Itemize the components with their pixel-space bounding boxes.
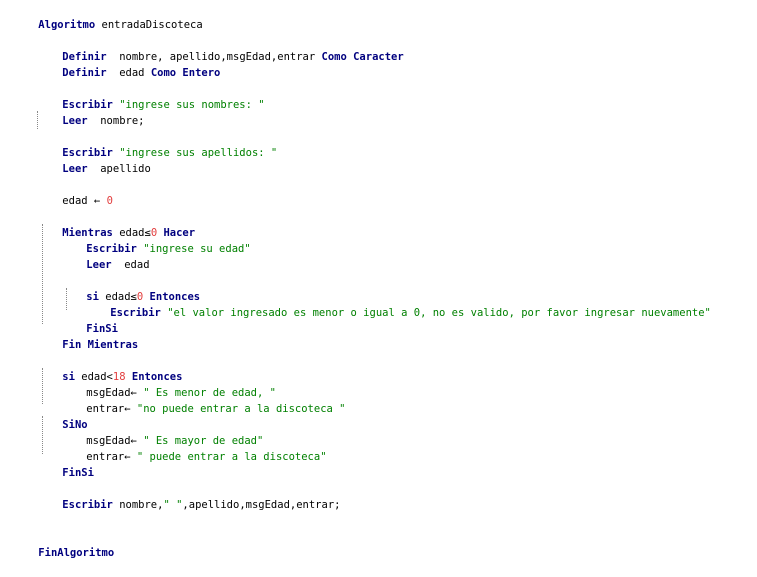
code-line: msgEdad← " Es mayor de edad" [61,417,263,447]
keyword: FinSi [62,467,94,479]
code-line: Leer apellido [37,145,151,175]
keyword: Fin Mientras [62,339,139,351]
keyword: FinAlgoritmo [38,547,115,559]
code-line: Leer nombre; [37,97,144,127]
identifier: edad [111,259,150,271]
code-line: Fin Mientras [37,321,138,351]
code-line: edad ← 0 [37,177,113,207]
keyword: Definir [62,67,107,79]
code-line: Leer edad [61,241,149,271]
code-line: Escribir "ingrese sus apellidos: " [37,129,277,159]
code-line: si edad<18 Entonces [37,353,182,383]
code-line: Definir nombre, apellido,msgEdad,entrar … [37,33,403,63]
code-line: Definir edad Como Entero [37,49,220,79]
identifier: entradaDiscoteca [95,19,203,31]
code-line: Escribir nombre," ",apellido,msgEdad,ent… [37,481,340,511]
identifier: entrar← [86,403,137,415]
string-literal: "el valor ingresado es menor o igual a 0… [167,307,711,319]
identifier: edad [106,67,151,79]
keyword: Escribir [62,499,113,511]
code-editor[interactable]: Algoritmo entradaDiscoteca Definir nombr… [0,0,757,559]
code-line: FinSi [61,305,118,335]
keyword: Como Entero [150,67,221,79]
code-line: msgEdad← " Es menor de edad, " [61,369,276,399]
keyword: Leer [62,163,88,175]
keyword: Leer [62,115,88,127]
identifier: ,apellido,msgEdad,entrar; [182,499,341,511]
code-line: entrar← "no puede entrar a la discoteca … [61,385,345,415]
keyword: Leer [86,259,112,271]
code-line: Algoritmo entradaDiscoteca [13,1,202,31]
code-line: Escribir "ingrese su edad" [61,225,250,255]
string-literal: "ingrese su edad" [143,243,251,255]
code-line: Escribir "ingrese sus nombres: " [37,81,264,111]
code-line: entrar← " puede entrar a la discoteca" [61,433,326,463]
code-line: FinAlgoritmo [13,529,114,559]
code-line: FinSi [37,449,94,479]
string-literal: "no puede entrar a la discoteca " [136,403,346,415]
number-literal: 0 [106,195,113,207]
keyword: Algoritmo [38,19,96,31]
identifier: edad ← [62,195,107,207]
keyword: Como Caracter [321,51,404,63]
code-line: si edad≤0 Entonces [61,273,200,303]
string-literal: " puede entrar a la discoteca" [136,451,327,463]
code-line: Escribir "el valor ingresado es menor o … [85,289,711,319]
identifier: nombre, [112,499,164,511]
string-literal: " " [163,499,183,511]
code-line: Mientras edad≤0 Hacer [37,209,195,239]
identifier: apellido [87,163,151,175]
code-line: SiNo [37,401,87,431]
identifier: nombre; [87,115,145,127]
